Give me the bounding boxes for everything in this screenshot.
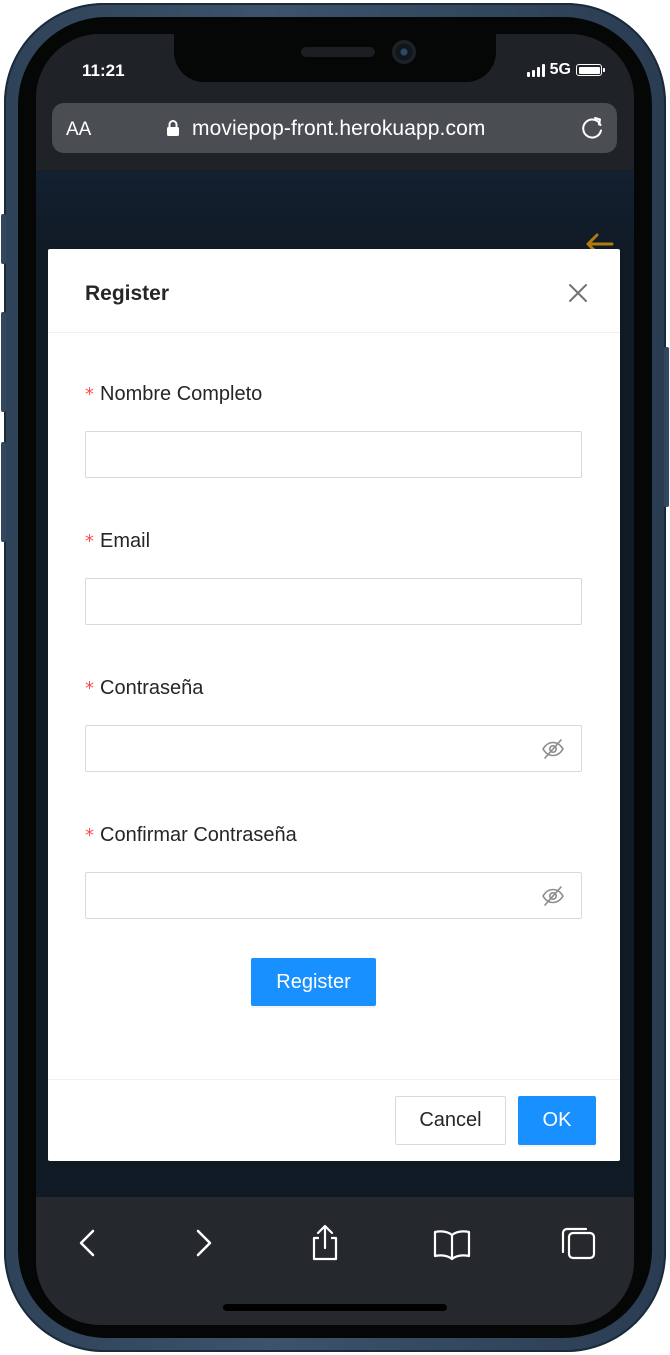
ok-button[interactable]: OK [518, 1096, 596, 1145]
lock-icon [167, 120, 179, 136]
address-bar[interactable]: AA moviepop-front.herokuapp.com [52, 103, 617, 153]
required-mark: * [85, 825, 94, 846]
speaker [301, 47, 375, 57]
confirm-password-label: * Confirmar Contraseña [85, 824, 297, 847]
eye-invisible-icon[interactable] [541, 738, 565, 760]
battery-icon [576, 64, 605, 76]
full-name-label-text: Nombre Completo [100, 383, 263, 405]
email-label-text: Email [100, 530, 151, 552]
email-field[interactable] [85, 578, 582, 625]
url-text[interactable]: moviepop-front.herokuapp.com [192, 117, 485, 141]
password-label-text: Contraseña [100, 677, 204, 699]
required-mark: * [85, 678, 94, 699]
full-name-field[interactable] [85, 431, 582, 478]
email-label: * Email [85, 530, 150, 553]
volume-down-button [1, 442, 6, 542]
modal-header: Register [48, 249, 620, 333]
power-button [664, 347, 669, 507]
bookmarks-icon[interactable] [432, 1223, 472, 1263]
confirm-password-input[interactable] [86, 873, 581, 918]
back-icon[interactable] [68, 1223, 108, 1263]
full-name-input[interactable] [86, 432, 581, 477]
confirm-password-field[interactable] [85, 872, 582, 919]
modal-footer: Cancel OK [48, 1079, 620, 1161]
close-icon[interactable] [566, 281, 590, 305]
status-time: 11:21 [82, 61, 125, 80]
network-type: 5G [549, 61, 571, 78]
register-modal: Register * Nombre Completo * Email * Contra… [48, 249, 620, 1161]
confirm-password-label-text: Confirmar Contraseña [100, 824, 297, 846]
volume-up-button [1, 312, 6, 412]
cancel-button[interactable]: Cancel [395, 1096, 506, 1145]
camera [392, 40, 416, 64]
notch [174, 34, 496, 82]
tabs-icon[interactable] [558, 1223, 598, 1263]
eye-invisible-icon[interactable] [541, 885, 565, 907]
status-indicators: 5G [526, 61, 605, 79]
modal-title: Register [85, 282, 170, 305]
register-button[interactable]: Register [251, 958, 376, 1006]
password-label: * Contraseña [85, 677, 203, 700]
screen: 11:21 5G AA moviepop-front.herokuapp.com [36, 34, 634, 1325]
required-mark: * [85, 384, 94, 405]
home-indicator [223, 1304, 447, 1311]
full-name-label: * Nombre Completo [85, 383, 262, 406]
email-input[interactable] [86, 579, 581, 624]
password-input[interactable] [86, 726, 581, 771]
page-header-shade [36, 171, 634, 251]
text-size-button[interactable]: AA [66, 119, 91, 141]
browser-toolbar [36, 1197, 634, 1325]
password-field[interactable] [85, 725, 582, 772]
signal-icon [526, 63, 545, 77]
silent-switch [1, 214, 6, 264]
forward-icon[interactable] [183, 1223, 223, 1263]
share-icon[interactable] [305, 1223, 345, 1263]
reload-icon[interactable] [579, 114, 607, 142]
required-mark: * [85, 531, 94, 552]
